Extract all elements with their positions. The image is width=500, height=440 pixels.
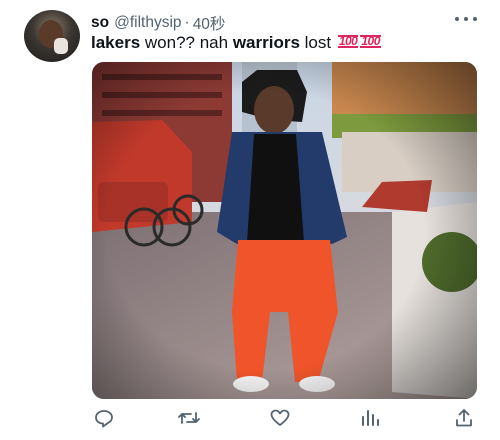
display-name[interactable]: so <box>91 14 109 32</box>
heart-icon[interactable] <box>268 406 292 430</box>
tweet-text-part-1: won?? nah <box>140 33 233 52</box>
retweet-icon[interactable] <box>177 406 201 430</box>
hundred-points-emoji: 100 <box>360 34 381 48</box>
avatar[interactable] <box>24 10 80 62</box>
user-handle[interactable]: @filthysip <box>114 14 181 32</box>
more-options-icon[interactable] <box>455 12 477 26</box>
tweet-text-bold-lakers: lakers <box>91 33 141 52</box>
tweet-header: so @filthysip · 40秒 <box>91 12 225 34</box>
tweet-actions <box>92 404 477 432</box>
tweet-text-part-2: lost <box>299 33 336 52</box>
separator-dot: · <box>184 14 190 31</box>
avatar-hand <box>54 38 68 54</box>
hundred-points-emoji: 100 <box>337 34 359 48</box>
tweet-photo[interactable] <box>92 62 477 399</box>
reply-icon[interactable] <box>92 406 116 430</box>
timestamp[interactable]: 40秒 <box>193 12 226 34</box>
tweet-text: lakers won?? nah warriors lost 100 100 <box>91 32 381 55</box>
share-icon[interactable] <box>452 406 476 430</box>
tweet-text-bold-warriors: warriors <box>232 33 300 52</box>
views-icon[interactable] <box>358 406 382 430</box>
